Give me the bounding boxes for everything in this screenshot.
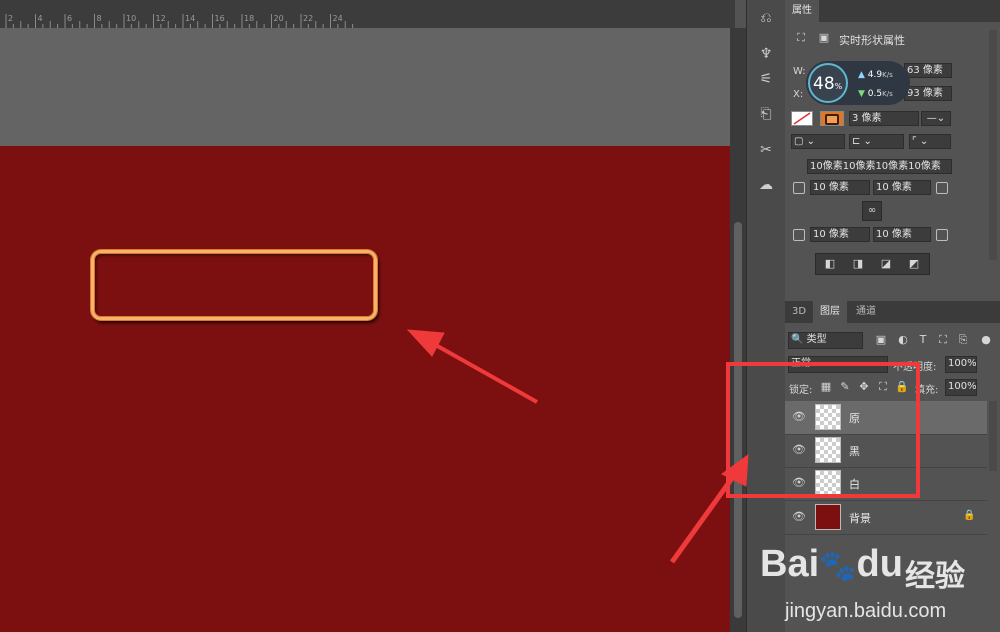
ruler-label: 10 [126,14,137,23]
properties-section-title: 实时形状属性 [839,34,905,47]
x-label: X: [793,89,804,100]
tab-3d[interactable]: 3D [785,301,813,323]
stroke-width-field[interactable]: 3 像素 [849,111,919,126]
ruler-label: 2 [8,14,14,23]
fill-field[interactable]: 100% [945,379,977,396]
speed-percent-circle: 48% [808,63,848,103]
filter-adjustment-icon[interactable]: ◐ [895,332,911,348]
tab-channels[interactable]: 通道 [849,301,883,323]
corner-bl-icon [793,229,805,241]
watermark-url: jingyan.baidu.com [785,600,947,622]
path-ops-group: ◧ ◨ ◪ ◩ [815,253,930,275]
clone-source-icon[interactable]: ⎗ [755,103,777,125]
ruler-label: 14 [185,14,196,23]
watermark-cn: 经验 [905,559,965,594]
ruler-label: 22 [303,14,314,23]
w-label: W: [793,66,806,77]
visibility-eye-icon[interactable]: 👁 [792,510,806,524]
ruler-label: 8 [96,14,102,23]
subtract-shape-icon[interactable]: ◨ [849,256,867,272]
layer-name: 背景 [849,512,871,525]
ruler-ticks [5,14,354,28]
adjustments-icon[interactable]: ⚟ [755,68,777,90]
stroke-align-dropdown[interactable]: ▢ ⌄ [791,134,845,149]
filter-label: 类型 [806,334,827,345]
link-radii-icon[interactable]: ∞ [862,201,882,221]
ruler-label: 20 [273,14,284,23]
corner-tr-icon [936,182,948,194]
baidu-watermark: Bai🐾du 经验 jingyan.baidu.com [755,525,1000,632]
stroke-type-dropdown[interactable]: —⌄ [921,111,951,126]
download-speed: ▼ 0.5K/s [858,89,893,99]
paw-icon: 🐾 [819,550,857,583]
ruler-label: 24 [332,14,343,23]
w-field[interactable]: 63 像素 [904,63,952,78]
stroke-cap-dropdown[interactable]: ⊏ ⌄ [849,134,904,149]
filter-shape-icon[interactable]: ⛶ [935,332,951,348]
document-canvas[interactable] [0,146,730,632]
intersect-shape-icon[interactable]: ◪ [877,256,895,272]
rounded-rectangle-shape[interactable] [91,250,377,320]
x-field[interactable]: 93 像素 [904,86,952,101]
pasteboard [0,28,730,146]
layers-tabbar: 3D 图层 通道 [785,301,1000,323]
radius-br-field[interactable]: 10 像素 [873,227,931,242]
stroke-corner-dropdown[interactable]: ⌜ ⌄ [909,134,951,149]
exclude-shape-icon[interactable]: ◩ [905,256,923,272]
shape-transform-icon: ⛶ [797,31,805,44]
speed-percent: 48 [813,74,835,94]
layers-scrollbar[interactable] [989,401,997,471]
speed-percent-unit: % [834,82,843,91]
combine-shapes-icon[interactable]: ◧ [821,256,839,272]
creative-cloud-icon[interactable]: ☁ [755,174,777,196]
corner-br-icon [936,229,948,241]
corner-tl-icon [793,182,805,194]
ruler-label: 16 [214,14,225,23]
ruler-label: 12 [155,14,166,23]
tools-icon[interactable]: ✂ [755,139,777,161]
upload-speed: ▲ 4.9K/s [858,70,893,80]
ruler-label: 4 [37,14,43,23]
watermark-brand: Bai [760,543,820,585]
radius-tr-field[interactable]: 10 像素 [873,180,931,195]
layer-lock-icon: 🔒 [963,510,976,521]
fill-swatch[interactable] [791,111,813,126]
filter-pixel-icon[interactable]: ▣ [873,332,889,348]
filter-smart-object-icon[interactable]: ⎘ [955,332,971,348]
properties-tabbar: 属性 [785,0,1000,22]
filter-type-icon[interactable]: T [915,332,931,348]
mask-icon[interactable]: ▣ [816,30,832,46]
stroke-swatch[interactable] [820,111,844,126]
properties-scrollbar[interactable] [989,30,997,260]
radius-bl-field[interactable]: 10 像素 [810,227,870,242]
brush-presets-icon[interactable]: ♆ [755,43,777,65]
history-icon[interactable]: ⎌ [755,7,777,29]
layer-filter-dropdown[interactable]: 🔍 类型 [788,332,863,349]
radius-tl-field[interactable]: 10 像素 [810,180,870,195]
filter-toggle-icon[interactable]: ● [978,332,994,348]
opacity-field[interactable]: 100% [945,356,977,373]
tab-properties[interactable]: 属性 [785,0,819,22]
radii-summary-field[interactable]: 10像素10像素10像素10像素 [807,159,952,174]
watermark-brand2: du [856,543,903,585]
ruler-label: 6 [67,14,73,23]
ruler-label: 18 [244,14,255,23]
horizontal-ruler[interactable]: 2 4 6 8 10 12 14 16 18 20 22 24 [0,0,735,29]
tab-layers[interactable]: 图层 [813,301,847,323]
highlight-box [726,362,920,498]
